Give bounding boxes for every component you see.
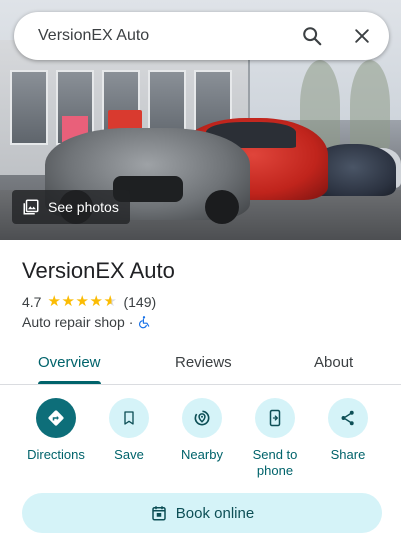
place-name: VersionEX Auto: [22, 258, 175, 283]
half-star-icon: ★: [103, 293, 117, 310]
directions-icon: [48, 410, 64, 426]
send-to-phone-circle: [255, 398, 295, 438]
category-row: Auto repair shop ·: [22, 314, 151, 330]
tab-reviews[interactable]: Reviews: [175, 354, 232, 371]
nearby-button[interactable]: Nearby: [166, 398, 238, 463]
close-icon: [355, 29, 369, 43]
share-button[interactable]: Share: [312, 398, 384, 463]
directions-circle: [36, 398, 76, 438]
close-button[interactable]: [348, 22, 376, 50]
rating-value: 4.7: [22, 294, 42, 310]
save-button[interactable]: Save: [93, 398, 165, 463]
photo-sign: [108, 110, 142, 130]
directions-label: Directions: [27, 447, 85, 462]
see-photos-button[interactable]: See photos: [12, 190, 130, 224]
bookmark-icon: [124, 411, 134, 425]
star-icon: ★: [47, 293, 61, 310]
place-category[interactable]: Auto repair shop: [22, 314, 125, 330]
rating-stars: ★ ★ ★ ★ ★: [47, 293, 117, 310]
photo-tree: [350, 60, 390, 150]
share-label: Share: [330, 447, 366, 462]
tab-indicator: [38, 381, 101, 384]
see-photos-label: See photos: [48, 199, 119, 215]
share-circle: [328, 398, 368, 438]
star-icon: ★: [89, 293, 103, 310]
send-to-phone-icon: [269, 409, 281, 427]
nearby-icon: [194, 410, 210, 426]
star-icon: ★: [61, 293, 75, 310]
review-count[interactable]: (149): [123, 294, 156, 310]
search-icon: [303, 27, 322, 46]
tab-overview[interactable]: Overview: [38, 354, 101, 371]
nearby-label: Nearby: [181, 447, 223, 462]
send-to-phone-button[interactable]: Send to phone: [239, 398, 311, 479]
star-icon: ★: [75, 293, 89, 310]
share-icon: [341, 410, 354, 426]
wheelchair-icon: [139, 316, 150, 329]
save-circle: [109, 398, 149, 438]
photo-window: [10, 70, 48, 145]
separator: ·: [128, 314, 134, 330]
rating-row[interactable]: 4.7 ★ ★ ★ ★ ★ (149): [22, 293, 156, 311]
search-button[interactable]: [298, 22, 326, 50]
send-to-phone-label: Send to phone: [252, 447, 298, 478]
book-online-button[interactable]: Book online: [22, 493, 382, 533]
tab-bar: Overview Reviews About: [0, 345, 401, 385]
save-label: Save: [114, 447, 144, 462]
photo-library-icon: [23, 199, 39, 215]
calendar-icon: [152, 506, 166, 521]
search-bar[interactable]: [14, 12, 389, 60]
directions-button[interactable]: Directions: [20, 398, 92, 463]
tab-about[interactable]: About: [314, 354, 353, 371]
nearby-circle: [182, 398, 222, 438]
search-input[interactable]: [38, 24, 288, 48]
book-online-label: Book online: [175, 504, 255, 522]
